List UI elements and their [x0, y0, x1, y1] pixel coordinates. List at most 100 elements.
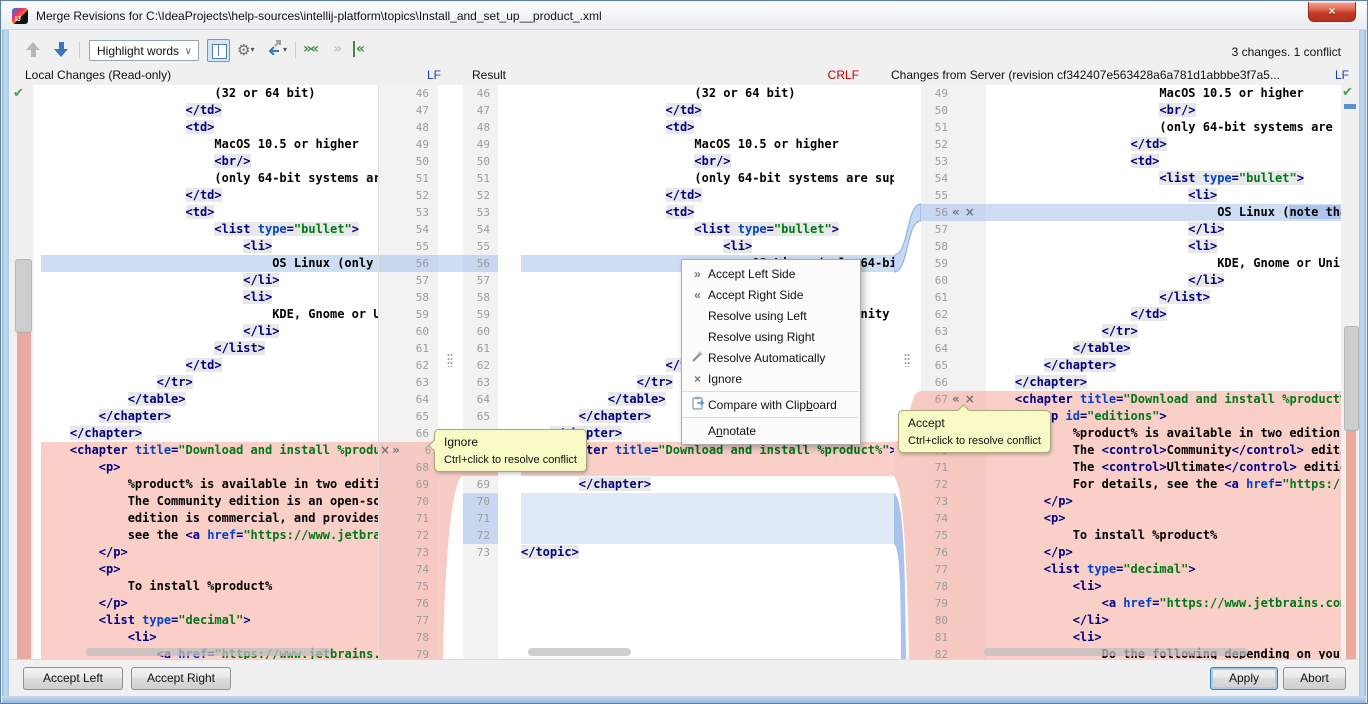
line-number-row: 50	[921, 102, 986, 119]
left-pane-title: Local Changes (Read-only)	[25, 68, 171, 82]
line-number: 47	[379, 102, 429, 119]
apply-change-icon[interactable]: «	[952, 392, 960, 407]
menu-item-resolve-using-left[interactable]: Resolve using Left	[682, 305, 860, 326]
apply-all-non-conflicting-button[interactable]: »«	[303, 41, 317, 57]
code-line: <li>	[986, 187, 1341, 204]
code-line: </chapter>	[41, 408, 378, 425]
conflict-error-stripe[interactable]	[17, 331, 31, 659]
splitter-grip[interactable]	[904, 353, 910, 367]
apply-change-icon[interactable]: »	[392, 443, 400, 458]
menu-item-compare-with-clipboard[interactable]: Compare with Clipboard	[682, 394, 860, 415]
line-number: 75	[379, 578, 429, 595]
line-number: 61	[463, 340, 490, 357]
line-number-row: 79	[379, 646, 438, 659]
line-number: 71	[379, 510, 429, 527]
code-line: <td>	[521, 119, 894, 136]
code-line: <list type="bullet">	[521, 221, 894, 238]
apply-change-icon[interactable]: «	[952, 205, 960, 220]
vertical-scrollbar-thumb[interactable]	[15, 259, 32, 333]
ignore-change-icon[interactable]: ×	[380, 443, 390, 458]
right-pane-title: Changes from Server (revision cf342407e5…	[891, 68, 1313, 82]
line-number: 56	[463, 255, 490, 272]
left-horizontal-scrollbar[interactable]	[86, 648, 331, 656]
next-change-button[interactable]	[51, 40, 71, 60]
line-number-row: 57	[921, 221, 986, 238]
line-number: 55	[463, 238, 490, 255]
apply-left-non-conflicting-button[interactable]: »	[333, 41, 340, 57]
code-line: OS Linux (only 64-bit	[41, 255, 378, 272]
menu-item-annotate[interactable]: Annotate	[682, 420, 860, 441]
right-scrollbar-strip[interactable]: ✔	[1341, 85, 1361, 659]
window-border-right	[1359, 28, 1366, 703]
line-number-row: 62	[463, 357, 498, 374]
change-marker[interactable]	[1344, 104, 1356, 109]
code-line: </li>	[986, 612, 1341, 629]
line-number: 78	[379, 629, 429, 646]
chevron-down-icon: ∨	[185, 41, 192, 62]
accept-right-button[interactable]: Accept Right	[131, 667, 231, 690]
menu-item-resolve-using-right[interactable]: Resolve using Right	[682, 326, 860, 347]
line-number-row: 55	[379, 238, 438, 255]
accept-left-button[interactable]: Accept Left	[23, 667, 123, 690]
menu-item-ignore[interactable]: ×Ignore	[682, 368, 860, 389]
ignore-change-icon[interactable]: ×	[965, 205, 975, 220]
line-number-row: 74	[921, 510, 986, 527]
code-line: </table>	[986, 340, 1341, 357]
line-number-row: 60	[379, 323, 438, 340]
result-horizontal-scrollbar[interactable]	[528, 648, 631, 656]
code-line: <list type="decimal">	[41, 612, 378, 629]
code-line: <li>	[41, 629, 378, 646]
line-number-row: 52	[379, 187, 438, 204]
highlight-mode-select[interactable]: Highlight words ∨	[89, 40, 199, 61]
abort-button[interactable]: Abort	[1283, 667, 1346, 690]
code-line: </list>	[41, 340, 378, 357]
line-number-row: 72	[921, 476, 986, 493]
line-number-row: 51	[379, 170, 438, 187]
ignore-change-icon[interactable]: ×	[965, 392, 975, 407]
line-number: 62	[463, 357, 490, 374]
tooltip-hint: Ctrl+click to resolve conflict	[444, 454, 577, 466]
line-number-row: 75	[921, 527, 986, 544]
code-line: (32 or 64 bit)	[521, 85, 894, 102]
menu-item-accept-left-side[interactable]: »Accept Left Side	[682, 263, 860, 284]
code-line: (only 64-bit systems are supported)	[986, 119, 1341, 136]
menu-item-label: Compare with Clipboard	[708, 398, 837, 412]
right-editor-content[interactable]: MacOS 10.5 or higher <br/> (only 64-bit …	[986, 85, 1341, 659]
line-number: 58	[463, 289, 490, 306]
left-scrollbar-strip[interactable]: ✔	[9, 85, 33, 659]
line-number-row: 71	[379, 510, 438, 527]
menu-item-resolve-automatically[interactable]: Resolve Automatically	[682, 347, 860, 368]
toolbar-separator	[79, 41, 80, 59]
apply-right-non-conflicting-button[interactable]: «	[353, 41, 363, 57]
left-editor-content[interactable]: (32 or 64 bit) </td> <td> MacOS 10.5 or …	[33, 85, 378, 659]
previous-change-button[interactable]	[23, 40, 43, 60]
line-number-row: 47	[379, 102, 438, 119]
menu-item-accept-right-side[interactable]: «Accept Right Side	[682, 284, 860, 305]
vertical-scrollbar-thumb[interactable]	[1344, 326, 1359, 431]
editor-settings-button[interactable]: ⚙▾	[237, 39, 263, 62]
side-by-side-viewer-toggle[interactable]	[207, 39, 230, 62]
line-number: 67	[921, 391, 948, 408]
line-number-row: 72	[379, 527, 438, 544]
line-number-row: 66	[921, 374, 986, 391]
line-number: 62	[379, 357, 429, 374]
title-bar[interactable]: IJ Merge Revisions for C:\IdeaProjects\h…	[2, 2, 1366, 30]
line-number: 57	[921, 221, 948, 238]
line-number-row: 53	[379, 204, 438, 221]
right-editor-gutter: 4950515253545556«×5758596061626364656667…	[921, 85, 986, 659]
code-line: see the <a href="https://www.jetbrai	[41, 527, 378, 544]
line-number: 50	[921, 102, 948, 119]
apply-button[interactable]: Apply	[1210, 667, 1278, 690]
merge-actions-button[interactable]: ▾	[267, 39, 293, 62]
code-line: </p>	[41, 544, 378, 561]
window-border-left	[2, 28, 9, 703]
splitter-grip[interactable]	[447, 353, 453, 367]
right-horizontal-scrollbar[interactable]	[984, 648, 1248, 656]
code-line: </p>	[986, 493, 1341, 510]
code-line: </chapter>	[521, 476, 894, 493]
code-line: <chapter title="Download and install %pr…	[986, 391, 1341, 408]
line-number-row: 61	[463, 340, 498, 357]
code-line: </li>	[41, 323, 378, 340]
close-button[interactable]: ×	[1308, 2, 1356, 22]
conflict-error-stripe[interactable]	[1346, 429, 1356, 659]
